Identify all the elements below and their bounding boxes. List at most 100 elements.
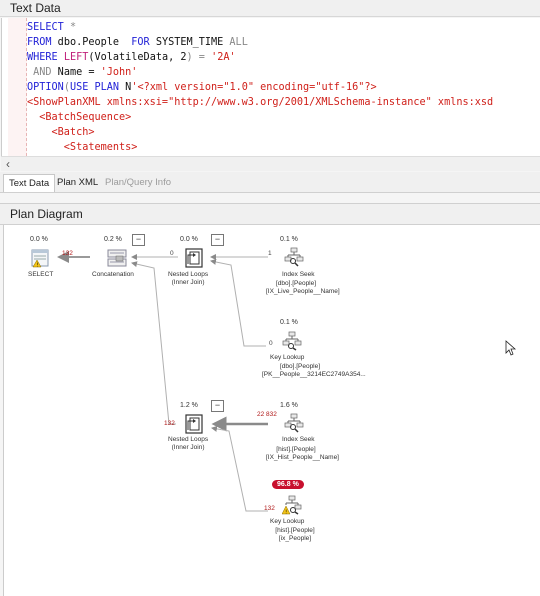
key-lookup-warning-icon[interactable]: ! (282, 495, 302, 515)
nl2-cost: 1.2 % (180, 402, 198, 409)
scroll-left-icon[interactable]: ‹ (6, 157, 10, 171)
seek2-object: [hist].[People] [IX_Hist_People__Name] (266, 446, 339, 462)
nl2-label-line1: Nested Loops (168, 436, 209, 443)
seek1-label: Index Seek (282, 271, 315, 278)
nl1-collapse-button[interactable]: − (211, 234, 224, 246)
lookup2-label: Key Lookup (270, 518, 305, 525)
code-line: SELECT * (27, 20, 493, 35)
code-line: <Statements> (27, 140, 493, 155)
nl2-label: Nested Loops (Inner Join) (168, 436, 208, 452)
nl1-label-line2: (Inner Join) (171, 279, 205, 286)
code-token: <Statements> (27, 142, 138, 153)
rowcount-nl1-concat: 0 (170, 250, 174, 257)
text-data-tabs: Text Data Plan XML Plan/Query Info (0, 172, 540, 193)
rowcount-seek2-nl2: 22 832 (257, 411, 277, 418)
sql-text-editor[interactable]: SELECT * FROM dbo.People FOR SYSTEM_TIME … (1, 18, 540, 156)
text-data-panel-header: Text Data (0, 0, 540, 17)
nl1-cost: 0.0 % (180, 236, 198, 243)
index-seek-icon[interactable] (284, 247, 304, 267)
nl1-label: Nested Loops (Inner Join) (168, 271, 208, 287)
seek2-object-index: [IX_Hist_People__Name] (266, 454, 339, 461)
code-line: <ShowPlanXML xmlns:xsi="http://www.w3.or… (27, 95, 493, 110)
lookup2-object-index: [ix_People] (278, 535, 312, 542)
horizontal-scrollbar[interactable]: ‹ (1, 156, 540, 171)
select-label: SELECT (28, 271, 54, 278)
code-line: OPTION(USE PLAN N'<?xml version="1.0" en… (27, 80, 493, 95)
code-token: <Batch> (27, 127, 95, 138)
seek2-object-table: [hist].[People] (276, 446, 316, 453)
code-token: FOR (131, 37, 150, 48)
code-line: <Batch> (27, 125, 493, 140)
code-token: Name = (51, 67, 101, 78)
lookup2-object-table: [hist].[People] (275, 527, 315, 534)
lookup1-object: [dbo].[People] [PK__People__3214EC2749A3… (262, 363, 366, 379)
code-token: N (119, 82, 132, 93)
seek1-object-index: [IX_Live_People__Name] (266, 288, 340, 295)
code-token: OPTION (27, 82, 64, 93)
seek1-cost: 0.1 % (280, 236, 298, 243)
nested-loops-icon[interactable] (184, 414, 204, 434)
code-token: SELECT (27, 22, 64, 33)
text-data-title: Text Data (10, 1, 61, 15)
lookup1-object-table: [dbo].[People] (279, 363, 321, 370)
rowcount-lookup1-nl1: 0 (269, 340, 273, 347)
svg-text:!: ! (285, 509, 287, 515)
tab-text-data[interactable]: Text Data (3, 174, 56, 192)
code-line: WHERE LEFT(VolatileData, 2) = '2A' (27, 50, 493, 65)
code-token: LEFT (63, 52, 89, 63)
nl2-label-line2: (Inner Join) (171, 444, 205, 451)
concatenation-icon[interactable] (107, 248, 127, 268)
nested-loops-icon[interactable] (184, 248, 204, 268)
code-token: SYSTEM_TIME (149, 37, 230, 48)
rowcount-concat-select: 132 (62, 250, 73, 257)
code-token: dbo.People (51, 37, 132, 48)
plan-diagram-header: Plan Diagram (0, 203, 540, 225)
key-lookup-icon[interactable] (282, 331, 302, 351)
code-token: 'John' (100, 67, 138, 78)
rowcount-seek1-nl1: 1 (268, 250, 272, 257)
code-token: USE PLAN (69, 82, 120, 93)
code-line: <BatchSequence> (27, 110, 493, 125)
select-cost: 0.0 % (30, 236, 48, 243)
code-token: AND (27, 67, 52, 78)
edge-nl2-concat (131, 261, 176, 425)
lookup2-object: [hist].[People] [ix_People] (270, 527, 320, 543)
code-token: ) = (186, 52, 212, 63)
seek2-cost: 1.6 % (280, 402, 298, 409)
index-seek-icon[interactable] (284, 413, 304, 433)
sql-code[interactable]: SELECT * FROM dbo.People FOR SYSTEM_TIME … (27, 20, 493, 156)
plan-diagram-title: Plan Diagram (10, 207, 83, 221)
code-token: (VolatileData, (88, 52, 181, 63)
editor-gutter (8, 18, 27, 156)
svg-text:!: ! (36, 262, 38, 268)
code-token: WHERE (27, 52, 58, 63)
code-token: <BatchSequence> (27, 112, 132, 123)
lookup1-label: Key Lookup (270, 354, 305, 361)
seek1-object-table: [dbo].[People] (275, 280, 317, 287)
tab-plan-xml[interactable]: Plan XML (52, 174, 103, 191)
code-line: FROM dbo.People FOR SYSTEM_TIME ALL (27, 35, 493, 50)
code-token: ALL (229, 37, 248, 48)
edge-lookup1-nl1 (210, 259, 266, 347)
lookup1-object-index: [PK__People__3214EC2749A354... (262, 371, 366, 378)
nl2-collapse-button[interactable]: − (211, 400, 224, 412)
edge-lookup2-nl2 (211, 425, 268, 512)
code-line: AND Name = 'John' (27, 65, 493, 80)
nl1-label-line1: Nested Loops (168, 271, 209, 278)
lookup1-cost: 0.1 % (280, 319, 298, 326)
code-token: '2A' (211, 52, 236, 63)
code-token: <ShowPlanXML xmlns:xsi="http://www.w3.or… (27, 97, 494, 108)
rowcount-lookup2-nl2: 132 (264, 505, 275, 512)
rowcount-nl2-concat: 132 (164, 420, 175, 427)
code-token: FROM (27, 37, 52, 48)
plan-diagram-canvas[interactable]: 0.0 % ! SELECT 0.2 % − Concatenation 0.0… (3, 225, 540, 596)
select-icon[interactable]: ! (30, 248, 50, 268)
code-token: '<?xml version="1.0" encoding="utf-16"?> (131, 82, 377, 93)
code-token: * (63, 22, 77, 33)
concat-cost: 0.2 % (104, 236, 122, 243)
mouse-cursor-icon (505, 340, 517, 356)
concat-collapse-button[interactable]: − (132, 234, 145, 246)
seek2-label: Index Seek (282, 436, 315, 443)
tab-plan-query-info[interactable]: Plan/Query Info (100, 174, 176, 191)
seek1-object: [dbo].[People] [IX_Live_People__Name] (266, 280, 340, 296)
